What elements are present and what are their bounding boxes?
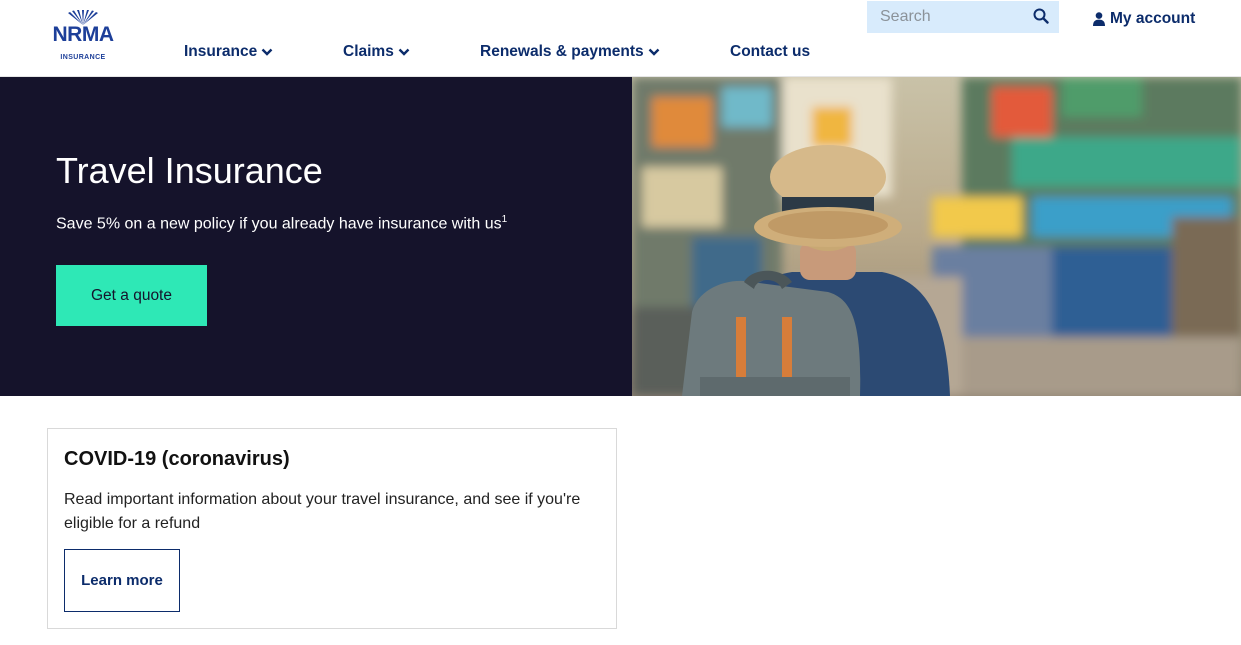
nav-item-renewals-payments[interactable]: Renewals & payments [480, 43, 660, 61]
my-account-link[interactable]: My account [1093, 10, 1195, 28]
nav-item-label: Contact us [730, 43, 811, 60]
traveller-street-illustration [632, 77, 1241, 396]
site-header: NRMA INSURANCE Insurance Claims Renewals… [0, 0, 1241, 77]
hero-image-traveller [632, 77, 1241, 396]
nav-item-insurance[interactable]: Insurance [184, 43, 273, 61]
nav-item-claims[interactable]: Claims [343, 43, 410, 61]
card-title: COVID-19 (coronavirus) [64, 448, 290, 470]
nav-item-label: Renewals & payments [480, 43, 644, 60]
footnote-marker[interactable]: 1 [502, 214, 508, 225]
logo-wordmark: NRMA [52, 23, 115, 46]
nav-item-contact-us[interactable]: Contact us [730, 43, 810, 61]
get-a-quote-button[interactable]: Get a quote [56, 265, 207, 326]
hero-banner: Travel Insurance Save 5% on a new policy… [0, 77, 1241, 396]
hero-panel: Travel Insurance Save 5% on a new policy… [0, 77, 632, 396]
nrma-logo[interactable]: NRMA INSURANCE [44, 10, 122, 66]
card-body-text: Read important information about your tr… [64, 491, 581, 532]
person-icon [1093, 12, 1105, 26]
logo-subtitle: INSURANCE [60, 54, 106, 61]
search-input[interactable] [867, 1, 1017, 33]
chevron-down-icon [261, 48, 273, 56]
page-title: Travel Insurance [56, 150, 323, 191]
nav-item-label: Insurance [184, 43, 258, 60]
chevron-down-icon [398, 48, 410, 56]
chevron-down-icon [648, 48, 660, 56]
my-account-label: My account [1110, 10, 1196, 27]
learn-more-button[interactable]: Learn more [64, 549, 180, 612]
search-icon[interactable] [1033, 8, 1049, 24]
covid-info-card: COVID-19 (coronavirus) Read important in… [47, 428, 617, 629]
hero-subtitle: Save 5% on a new policy if you already h… [56, 214, 507, 233]
hero-subtitle-text: Save 5% on a new policy if you already h… [56, 215, 502, 233]
nav-item-label: Claims [343, 43, 394, 60]
search-box [867, 1, 1059, 33]
